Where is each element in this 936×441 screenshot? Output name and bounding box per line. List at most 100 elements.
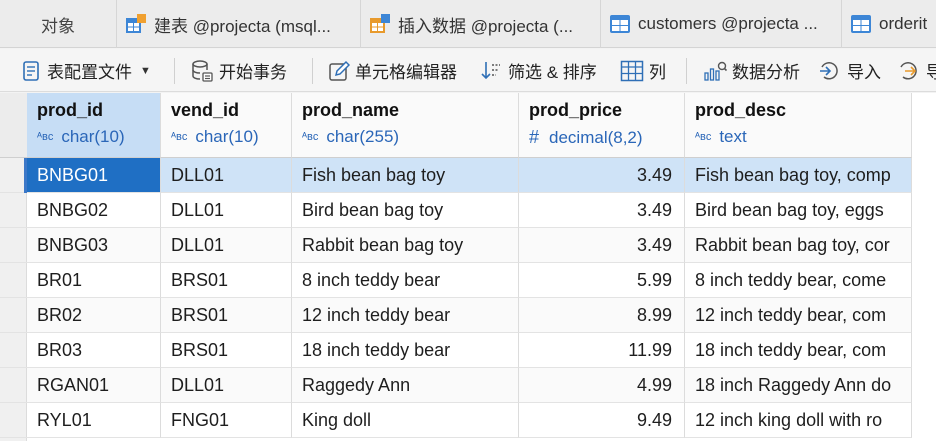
filter-sort-button[interactable]: 筛选 & 排序 [479,49,597,92]
table-cell[interactable]: 11.99 [519,333,685,368]
table-cell[interactable]: Raggedy Ann [292,368,519,403]
columns-button[interactable]: 列 [620,49,666,92]
table-cell[interactable]: DLL01 [161,193,292,228]
table-cell[interactable]: DLL01 [161,158,292,193]
tab-customers-label: customers @projecta ... [638,14,818,33]
data-analysis-label: 数据分析 [732,63,800,82]
table-cell[interactable]: Rabbit bean bag toy [292,228,519,263]
table-cell[interactable]: 18 inch Raggedy Ann do [685,368,912,403]
export-label: 导 [926,63,936,82]
text-type-icon: ᴬʙᴄ [302,131,319,143]
table-cell[interactable]: BR01 [27,263,161,298]
column-type-label: char(10) [195,127,259,146]
column-type: ᴬʙᴄ char(10) [171,127,259,147]
tab-create-table[interactable]: 建表 @projecta (msql... [117,0,361,48]
table-cell[interactable]: 8 inch teddy bear, come [685,263,912,298]
database-icon [192,59,213,82]
table-cell[interactable]: DLL01 [161,228,292,263]
import-button[interactable]: 导入 [818,49,881,92]
row-header[interactable] [0,333,27,368]
table-cell[interactable]: 18 inch teddy bear, com [685,333,912,368]
column-type-label: char(255) [326,127,400,146]
column-name: prod_price [529,100,623,120]
table-cell[interactable]: RGAN01 [27,368,161,403]
export-icon [900,61,917,79]
table-cell[interactable]: RYL01 [27,403,161,438]
table-cell[interactable]: King doll [292,403,519,438]
table-cell[interactable]: 3.49 [519,193,685,228]
tab-objects[interactable]: 对象 [0,0,117,48]
row-header[interactable] [0,263,27,298]
column-type: ᴬʙᴄ char(10) [37,127,125,147]
table-cell[interactable]: BNBG02 [27,193,161,228]
column-header-vend-id[interactable]: vend_id ᴬʙᴄ char(10) [161,93,292,158]
table-cell[interactable]: BNBG03 [27,228,161,263]
tab-insert-data[interactable]: 插入数据 @projecta (... [361,0,601,48]
row-header[interactable] [0,368,27,403]
data-grid: prod_id ᴬʙᴄ char(10) vend_id ᴬʙᴄ char(10) … [0,93,936,441]
column-type: ᴬʙᴄ char(255) [302,127,399,147]
table-cell[interactable]: 8 inch teddy bear [292,263,519,298]
row-header[interactable] [0,228,27,263]
query-icon [370,14,390,33]
table-cell[interactable]: 8.99 [519,298,685,333]
cell-editor-button[interactable]: 单元格编辑器 [328,49,457,92]
column-header-prod-id[interactable]: prod_id ᴬʙᴄ char(10) [27,93,161,158]
begin-transaction-label: 开始事务 [219,63,287,82]
table-cell[interactable]: 9.49 [519,403,685,438]
text-type-icon: ᴬʙᴄ [37,131,54,143]
table-cell[interactable]: 3.49 [519,158,685,193]
row-header[interactable] [0,298,27,333]
column-header-prod-desc[interactable]: prod_desc ᴬʙᴄ text [685,93,912,158]
table-config-button[interactable]: 表配置文件 ▼ [20,49,151,92]
table-cell[interactable]: 12 inch teddy bear, com [685,298,912,333]
tab-objects-label: 对象 [41,16,75,36]
data-analysis-button[interactable]: 数据分析 [703,49,800,92]
table-cell[interactable]: FNG01 [161,403,292,438]
table-cell[interactable]: BR03 [27,333,161,368]
row-header[interactable] [0,193,27,228]
table-cell[interactable]: 12 inch teddy bear [292,298,519,333]
column-header-prod-name[interactable]: prod_name ᴬʙᴄ char(255) [292,93,519,158]
export-button[interactable]: 导 [897,49,936,92]
table-cell[interactable]: 5.99 [519,263,685,298]
tab-orderitems-label: orderit [879,14,928,33]
row-header[interactable] [0,158,27,193]
chevron-down-icon: ▼ [140,64,151,77]
text-type-icon: ᴬʙᴄ [695,131,712,143]
table-icon [610,15,630,33]
table-config-label: 表配置文件 [47,63,132,82]
table-cell[interactable]: 3.49 [519,228,685,263]
table-cell[interactable]: Bird bean bag toy [292,193,519,228]
column-header-prod-price[interactable]: prod_price # decimal(8,2) [519,93,685,158]
table-cell[interactable]: DLL01 [161,368,292,403]
grid-corner[interactable] [0,93,27,158]
table-cell[interactable]: 4.99 [519,368,685,403]
tab-orderitems[interactable]: orderit [842,0,936,48]
table-cell[interactable]: Fish bean bag toy [292,158,519,193]
tab-insert-data-label: 插入数据 @projecta (... [398,16,574,36]
columns-icon [620,60,644,81]
table-cell[interactable]: BNBG01 [27,158,161,193]
table-cell[interactable]: BRS01 [161,263,292,298]
table-cell[interactable]: BR02 [27,298,161,333]
begin-transaction-button[interactable]: 开始事务 [190,49,287,92]
table-design-icon [126,14,146,33]
column-type-label: char(10) [61,127,125,146]
edit-icon [329,60,350,81]
row-header[interactable] [0,403,27,438]
table-cell[interactable]: BRS01 [161,298,292,333]
toolbar-divider [174,58,175,84]
table-cell[interactable]: Rabbit bean bag toy, cor [685,228,912,263]
analysis-chart-icon [704,61,727,81]
number-type-icon: # [529,127,540,147]
table-cell[interactable]: 12 inch king doll with ro [685,403,912,438]
tab-customers[interactable]: customers @projecta ... [601,0,842,48]
table-cell[interactable]: BRS01 [161,333,292,368]
column-type: # decimal(8,2) [529,127,643,148]
text-type-icon: ᴬʙᴄ [171,131,188,143]
table-cell[interactable]: 18 inch teddy bear [292,333,519,368]
table-cell[interactable]: Bird bean bag toy, eggs [685,193,912,228]
cell-editor-label: 单元格编辑器 [355,63,457,82]
table-cell[interactable]: Fish bean bag toy, comp [685,158,912,193]
